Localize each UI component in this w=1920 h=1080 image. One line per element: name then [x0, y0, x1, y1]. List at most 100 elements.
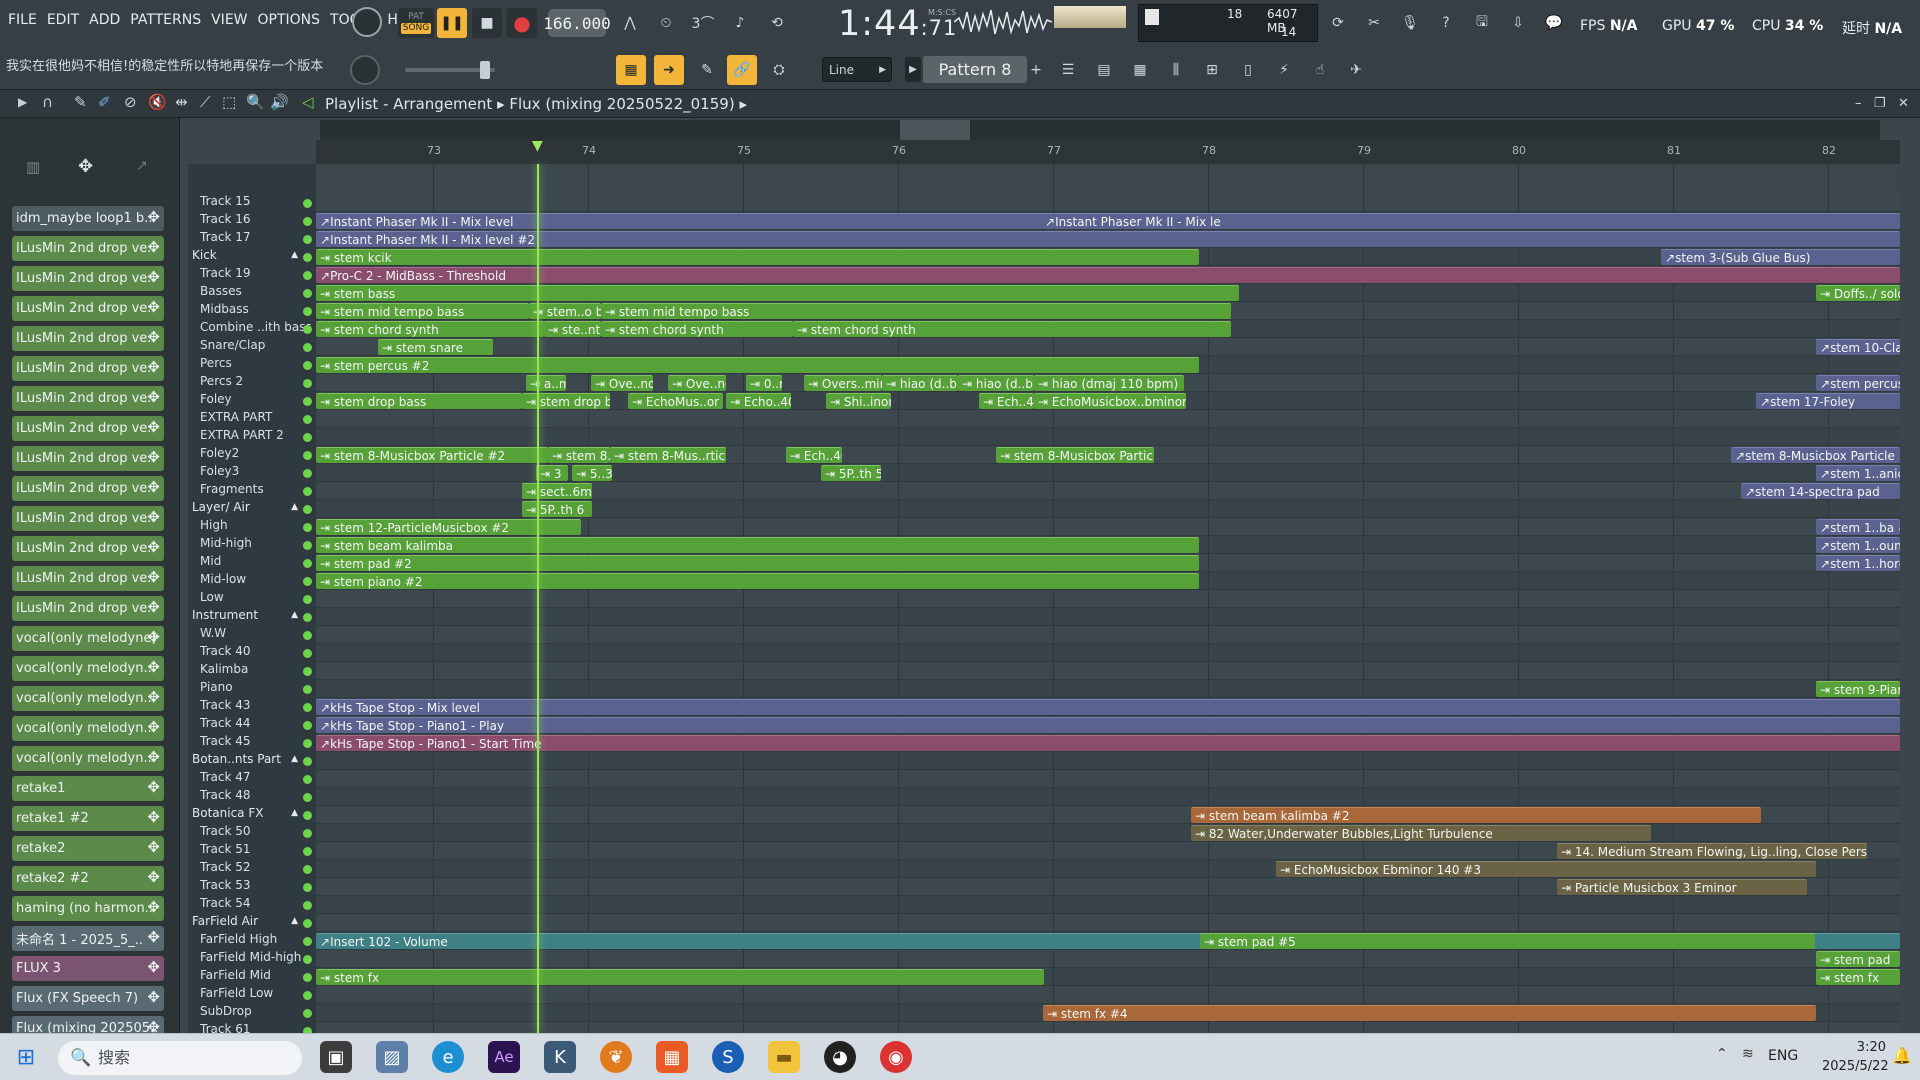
channel-button[interactable]: vocal(only melodyn.. ✥: [12, 716, 164, 741]
playlist-clip[interactable]: ⇥ stem beam kalimba #2: [1191, 807, 1761, 823]
track-mute-led[interactable]: [303, 397, 312, 406]
piano-roll-button[interactable]: ▤: [1090, 55, 1118, 85]
playlist-clip[interactable]: ↗stem 8-Musicbox Particle: [1731, 447, 1900, 463]
track-mute-led[interactable]: [303, 667, 312, 676]
plugin-picker-button[interactable]: ⚡: [1270, 55, 1298, 85]
channel-button[interactable]: ILusMin 2nd drop ve.. ✥: [12, 326, 164, 351]
taskbar-clock[interactable]: 3:20 2025/5/22: [1822, 1038, 1889, 1076]
track-lane[interactable]: [316, 824, 1900, 842]
track-header[interactable]: W.W: [188, 626, 316, 644]
track-lane[interactable]: [316, 770, 1900, 788]
fl-studio-app[interactable]: ❦: [600, 1041, 632, 1073]
playlist-clip[interactable]: ↗stem 1..ba #4: [1816, 519, 1900, 535]
playlist-clip[interactable]: ↗kHs Tape Stop - Mix level: [316, 699, 1900, 715]
move-icon[interactable]: ✥: [147, 868, 160, 886]
playlist-clip[interactable]: ⇥ Ech..40: [786, 447, 842, 463]
channel-button[interactable]: ILusMin 2nd drop ve.. ✥: [12, 536, 164, 561]
photos-app[interactable]: ▨: [376, 1041, 408, 1073]
close-icon[interactable]: ✕: [1898, 96, 1909, 111]
tempo-display[interactable]: 166.000: [543, 9, 611, 37]
play-icon[interactable]: ◁: [302, 93, 314, 111]
track-lane[interactable]: [316, 338, 1900, 356]
track-header[interactable]: Track 50: [188, 824, 316, 842]
playlist-grid[interactable]: ↗Instant Phaser Mk II - Mix level ↗Instan…: [316, 164, 1900, 1033]
track-mute-led[interactable]: [303, 685, 312, 694]
playlist-clip[interactable]: ⇥ stem pad #5: [1200, 933, 1815, 949]
track-mute-led[interactable]: [303, 541, 312, 550]
mixer-button[interactable]: ⫼: [1162, 55, 1190, 85]
playlist-clip[interactable]: ⇥ stem fx: [316, 969, 1044, 985]
track-mute-led[interactable]: [303, 973, 312, 982]
track-lane[interactable]: [316, 662, 1900, 680]
move-icon[interactable]: ✥: [147, 448, 160, 466]
track-mute-led[interactable]: [303, 307, 312, 316]
k-app[interactable]: K: [544, 1041, 576, 1073]
collapse-icon[interactable]: ▲: [291, 916, 298, 926]
metronome-button[interactable]: ⋀: [614, 8, 646, 38]
project-picker-button[interactable]: ▯: [1234, 55, 1262, 85]
channel-button[interactable]: ILusMin 2nd drop ve.. ✥: [12, 296, 164, 321]
master-volume-knob[interactable]: [352, 7, 382, 37]
track-mute-led[interactable]: [303, 1009, 312, 1018]
track-lane[interactable]: [316, 896, 1900, 914]
track-lane[interactable]: [316, 608, 1900, 626]
move-icon[interactable]: ✥: [147, 508, 160, 526]
track-header[interactable]: Mid-high: [188, 536, 316, 554]
track-header[interactable]: Botanica FX ▲: [188, 806, 316, 824]
channel-button[interactable]: haming (no harmon.. ✥: [12, 896, 164, 921]
playlist-clip[interactable]: ↗stem 1..anica: [1816, 465, 1900, 481]
channel-button[interactable]: Flux (FX Speech 7) ✥: [12, 986, 164, 1011]
track-lane[interactable]: [316, 986, 1900, 1004]
channel-button[interactable]: ILusMin 2nd drop ve.. ✥: [12, 386, 164, 411]
playlist-clip[interactable]: ⇥ stem bass: [316, 285, 1239, 301]
track-mute-led[interactable]: [303, 451, 312, 460]
playlist-clip[interactable]: ↗stem percus: [1816, 375, 1900, 391]
track-mute-led[interactable]: [303, 577, 312, 586]
playlist-clip[interactable]: ↗stem 1..ound: [1816, 537, 1900, 553]
move-icon[interactable]: ✥: [147, 658, 160, 676]
collapse-icon[interactable]: ▲: [291, 754, 298, 764]
track-lane[interactable]: [316, 752, 1900, 770]
playlist-clip[interactable]: ⇥ stem 8..le #2: [548, 447, 610, 463]
language-indicator[interactable]: ENG: [1768, 1048, 1798, 1064]
track-header[interactable]: Track 40: [188, 644, 316, 662]
playlist-clip[interactable]: ⇥ stem 12-ParticleMusicbox #2: [316, 519, 581, 535]
track-mute-led[interactable]: [303, 757, 312, 766]
playlist-clip[interactable]: ⇥ stem 9-Piano: [1816, 681, 1900, 697]
breadcrumb-project[interactable]: Flux (mixing 20250522_0159): [509, 95, 734, 113]
blue-app[interactable]: S: [712, 1041, 744, 1073]
add-pattern-button[interactable]: +: [1028, 57, 1044, 82]
track-lane[interactable]: [316, 428, 1900, 446]
track-lane[interactable]: [316, 644, 1900, 662]
track-lane[interactable]: [316, 788, 1900, 806]
track-header[interactable]: Midbass: [188, 302, 316, 320]
track-header[interactable]: Basses: [188, 284, 316, 302]
track-header[interactable]: Fragments: [188, 482, 316, 500]
move-icon[interactable]: ✥: [147, 988, 160, 1006]
channel-button[interactable]: ILusMin 2nd drop ve.. ✥: [12, 596, 164, 621]
playlist-clip[interactable]: ↗stem 3-(Sub Glue Bus): [1661, 249, 1900, 265]
notification-icon[interactable]: 🔔: [1892, 1046, 1912, 1065]
play-button[interactable]: ❚❚: [437, 8, 467, 38]
track-mute-led[interactable]: [303, 433, 312, 442]
playlist-clip[interactable]: ⇥ Ove..nor: [591, 375, 653, 391]
menu-patterns[interactable]: PATTERNS: [130, 12, 201, 28]
triangle-right-icon[interactable]: ▶: [18, 95, 27, 109]
track-mute-led[interactable]: [303, 793, 312, 802]
track-mute-led[interactable]: [303, 649, 312, 658]
playlist-clip[interactable]: ⇥ stem 8-Musicbox Particle #2: [316, 447, 548, 463]
track-header[interactable]: Percs 2: [188, 374, 316, 392]
link-button[interactable]: 🔗: [727, 55, 757, 85]
zoom-icon[interactable]: 🔍: [246, 93, 265, 111]
arrow-icon[interactable]: ↗: [136, 158, 148, 174]
track-header[interactable]: High: [188, 518, 316, 536]
track-mute-led[interactable]: [303, 919, 312, 928]
track-header[interactable]: Instrument ▲: [188, 608, 316, 626]
track-mute-led[interactable]: [303, 901, 312, 910]
channel-button[interactable]: ILusMin 2nd drop ve.. ✥: [12, 236, 164, 261]
orange-app[interactable]: ▦: [656, 1041, 688, 1073]
channel-button[interactable]: ILusMin 2nd drop ve.. ✥: [12, 566, 164, 591]
move-icon[interactable]: ✥: [147, 628, 160, 646]
track-mute-led[interactable]: [303, 253, 312, 262]
stop-button[interactable]: ■: [472, 8, 502, 38]
